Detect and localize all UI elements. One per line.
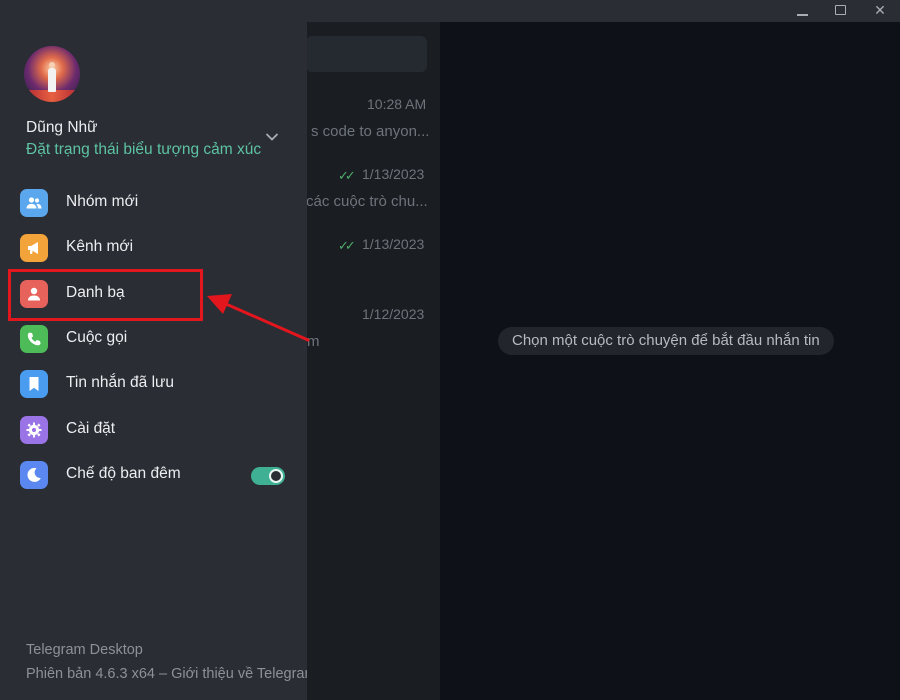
menu-item-calls[interactable]: Cuộc gọi <box>8 317 307 362</box>
menu-item-settings[interactable]: Cài đặt <box>8 408 307 453</box>
group-icon <box>20 189 48 217</box>
annotation-highlight-box <box>8 269 203 321</box>
chat-snippet[interactable]: s code to anyon... <box>311 123 431 140</box>
maximize-icon[interactable] <box>822 0 858 22</box>
megaphone-icon <box>20 234 48 262</box>
chat-time: 1/13/2023 <box>362 236 425 252</box>
close-icon[interactable]: ✕ <box>862 0 898 22</box>
menu-item-saved-messages[interactable]: Tin nhắn đã lưu <box>8 362 307 407</box>
night-mode-toggle[interactable] <box>251 467 285 485</box>
double-check-icon: ✓✓ <box>338 168 356 183</box>
avatar[interactable] <box>24 46 80 102</box>
user-name: Dũng Nhữ <box>26 119 98 136</box>
menu-item-new-group[interactable]: Nhóm mới <box>8 181 307 226</box>
chat-time: 10:28 AM <box>367 96 427 112</box>
phone-icon <box>20 325 48 353</box>
version-info-link[interactable]: Phiên bản 4.6.3 x64 – Giới thiệu về Tele… <box>26 666 307 682</box>
minimize-icon[interactable] <box>784 0 820 22</box>
chat-area: Chọn một cuộc trò chuyện để bắt đầu nhắn… <box>440 22 900 700</box>
empty-state-message: Chọn một cuộc trò chuyện để bắt đầu nhắn… <box>498 327 834 355</box>
chat-time: 1/13/2023 <box>362 166 425 182</box>
chat-snippet[interactable]: các cuộc trò chu... <box>306 193 430 210</box>
moon-icon <box>20 461 48 489</box>
menu-item-label: Cuộc gọi <box>66 329 128 346</box>
chevron-down-icon[interactable] <box>265 130 279 144</box>
menu-item-label: Chế độ ban đêm <box>66 465 181 482</box>
menu-item-label: Kênh mới <box>66 238 134 255</box>
chat-time: 1/12/2023 <box>362 306 425 322</box>
search-input[interactable] <box>306 36 427 72</box>
chat-snippet[interactable]: m <box>307 333 327 350</box>
menu-item-new-channel[interactable]: Kênh mới <box>8 226 307 271</box>
double-check-icon: ✓✓ <box>338 238 356 253</box>
gear-icon <box>20 416 48 444</box>
title-bar: ✕ <box>0 0 900 22</box>
bookmark-icon <box>20 370 48 398</box>
menu-item-label: Tin nhắn đã lưu <box>66 374 175 391</box>
set-emoji-status-link[interactable]: Đặt trạng thái biểu tượng cảm xúc <box>26 141 261 159</box>
menu-item-label: Nhóm mới <box>66 193 139 210</box>
menu-item-label: Cài đặt <box>66 420 116 437</box>
app-name: Telegram Desktop <box>26 642 143 658</box>
side-drawer: Dũng Nhữ Đặt trạng thái biểu tượng cảm x… <box>0 22 307 700</box>
